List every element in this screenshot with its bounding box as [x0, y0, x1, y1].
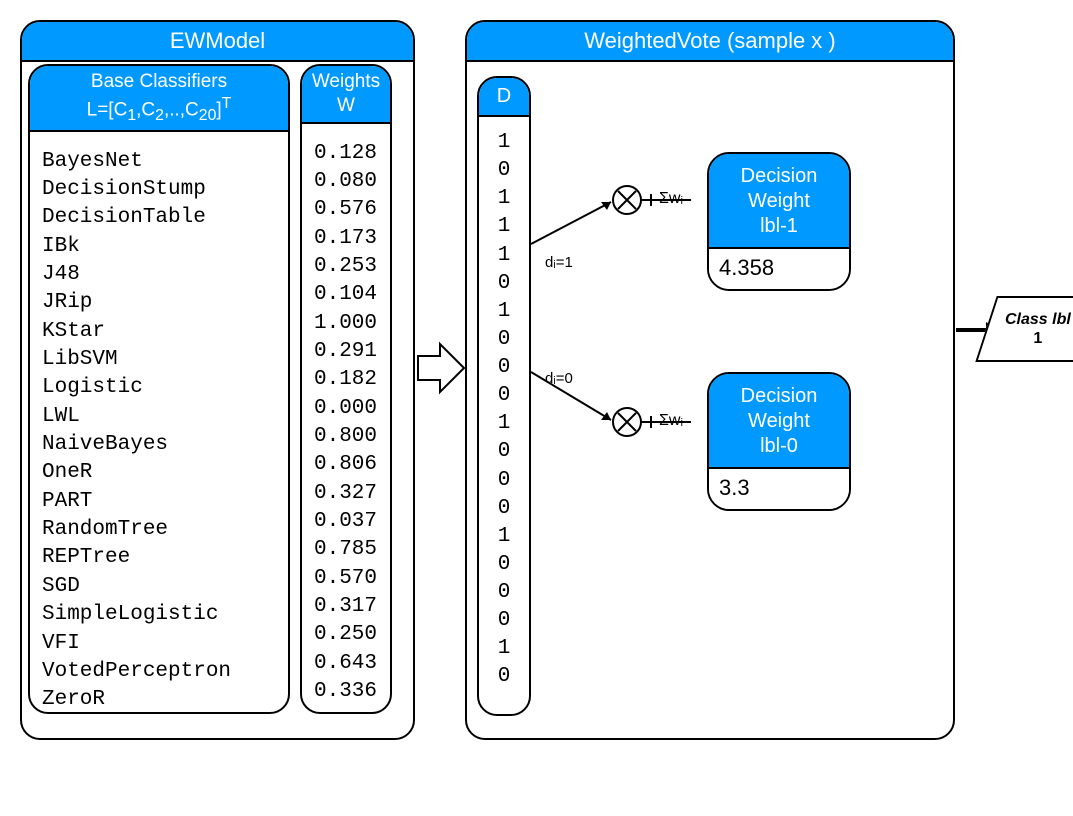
dec0-line3: lbl-0 [713, 434, 845, 459]
output-content: Class lbl 1 [990, 298, 1073, 348]
sumw-label-1: Σwᵢ [659, 190, 683, 208]
weights-list: 0.128 0.080 0.576 0.173 0.253 0.104 1.00… [302, 124, 390, 717]
ewmodel-panel: EWModel Base Classifiers L=[C1,C2,..,C20… [20, 20, 415, 740]
output-class-box: Class lbl 1 [975, 296, 1073, 362]
output-class-value: 1 [990, 329, 1073, 348]
output-label: Class lbl [990, 310, 1073, 329]
dec0-line1: Decision [713, 384, 845, 409]
d-column: D 1 0 1 1 1 0 1 0 0 0 1 0 0 0 1 0 0 0 1 … [477, 76, 531, 716]
d-list: 1 0 1 1 1 0 1 0 0 0 1 0 0 0 1 0 0 0 1 0 [479, 117, 529, 698]
decision-lbl1-box: Decision Weight lbl-1 4.358 [707, 152, 851, 291]
weights-header: Weights W [302, 66, 390, 124]
w-header-line1: Weights [306, 70, 386, 94]
dec1-line1: Decision [713, 164, 845, 189]
base-classifiers-list: BayesNet DecisionStump DecisionTable IBk… [30, 132, 288, 725]
weighted-vote-title: WeightedVote (sample x ) [467, 22, 953, 62]
cond-di1-label: dᵢ=1 [545, 254, 573, 271]
w-header-line2: W [306, 94, 386, 118]
decision-lbl0-box: Decision Weight lbl-0 3.3 [707, 372, 851, 511]
arrow-ew-to-wv [416, 338, 466, 398]
dec0-value: 3.3 [709, 467, 849, 509]
weighted-vote-panel: WeightedVote (sample x ) D 1 0 1 1 1 0 1… [465, 20, 955, 740]
d-header: D [479, 78, 529, 117]
ewmodel-title: EWModel [22, 22, 413, 62]
dec1-line3: lbl-1 [713, 214, 845, 239]
weights-column: Weights W 0.128 0.080 0.576 0.173 0.253 … [300, 64, 392, 714]
bc-header-line2: L=[C1,C2,..,C20]T [34, 94, 284, 126]
base-classifiers-header: Base Classifiers L=[C1,C2,..,C20]T [30, 66, 288, 132]
base-classifiers-column: Base Classifiers L=[C1,C2,..,C20]T Bayes… [28, 64, 290, 714]
dec1-value: 4.358 [709, 247, 849, 289]
dec0-line2: Weight [713, 409, 845, 434]
sumw-label-0: Σwᵢ [659, 412, 683, 430]
cond-di0-label: dᵢ=0 [545, 370, 573, 387]
dec1-line2: Weight [713, 189, 845, 214]
bc-header-line1: Base Classifiers [34, 70, 284, 94]
